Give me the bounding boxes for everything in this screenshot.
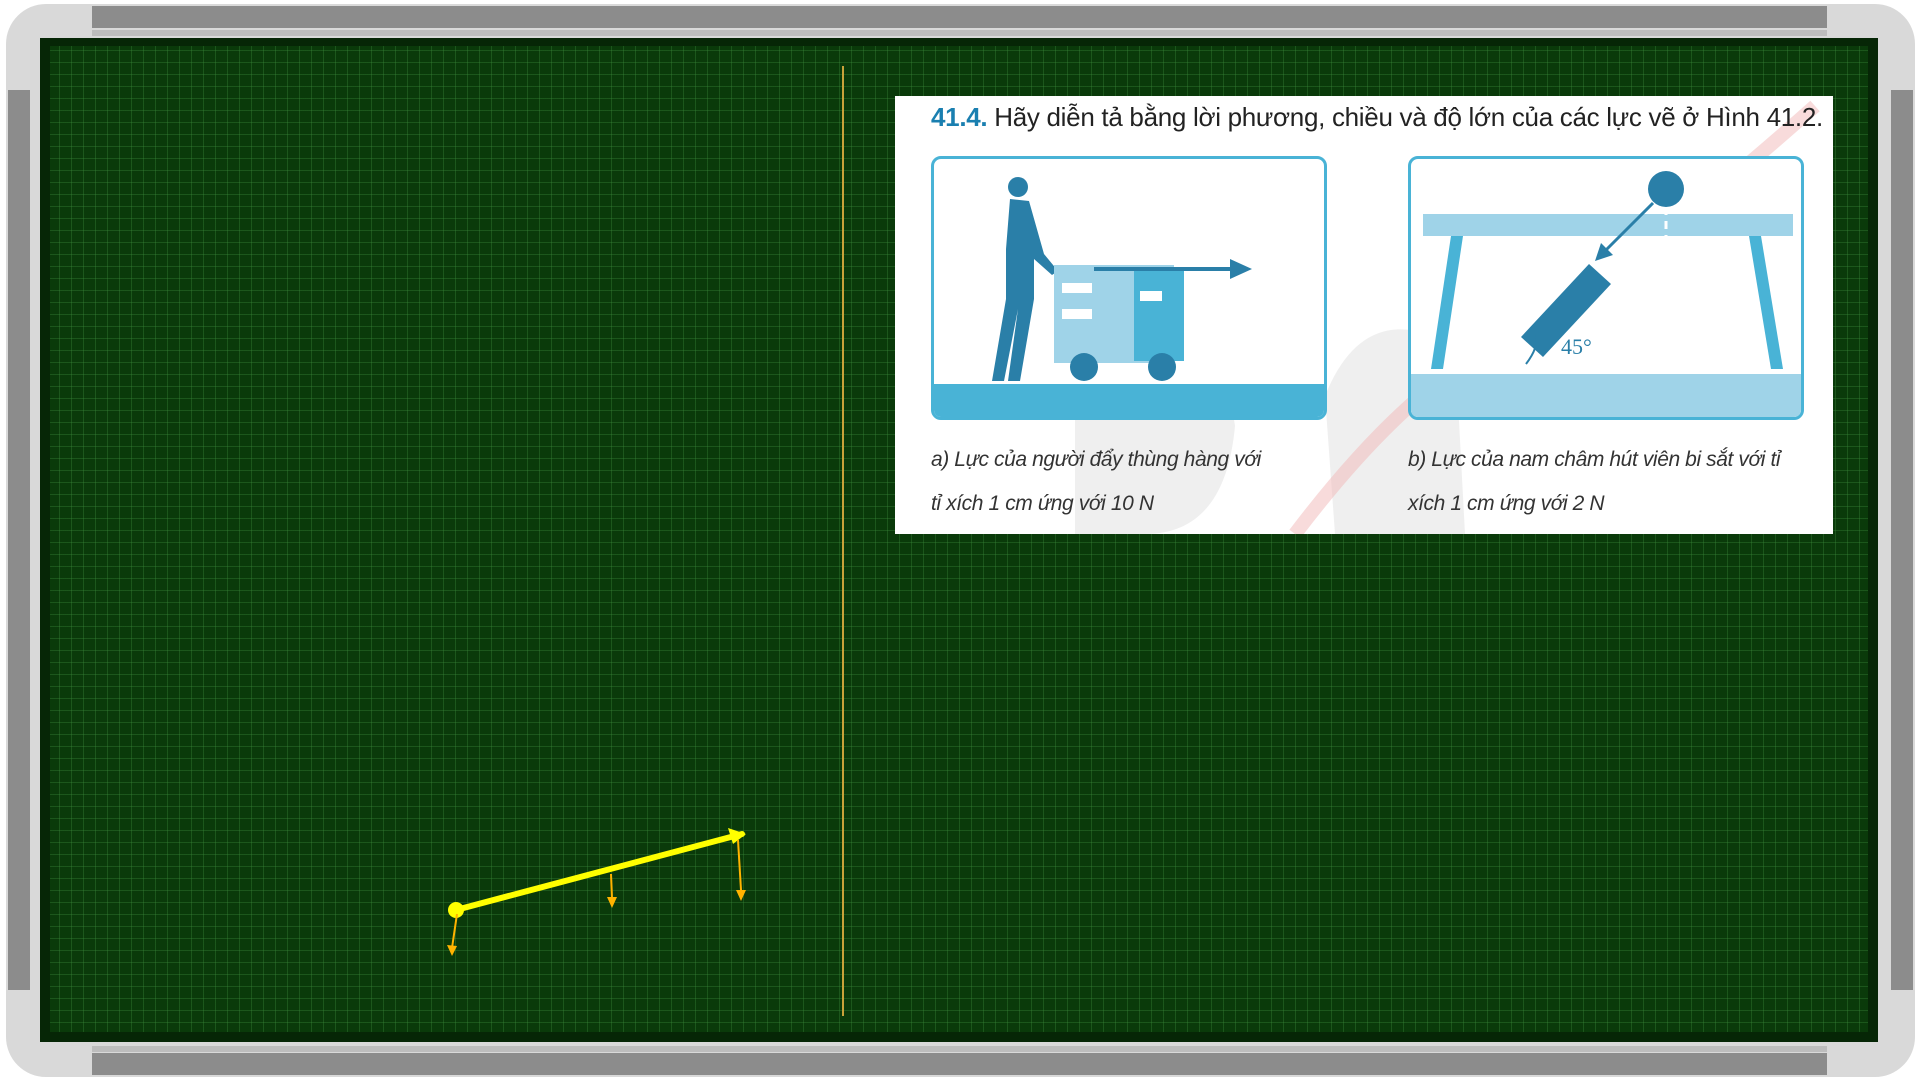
figure-a-panel bbox=[931, 156, 1327, 420]
question-number: 41.4. bbox=[931, 102, 988, 132]
figure-b-caption-line1: b) Lực của nam châm hút viên bi sắt với … bbox=[1408, 448, 1781, 471]
figure-b-panel: 45° bbox=[1408, 156, 1804, 420]
figure-a-caption-line1: a) Lực của người đẩy thùng hàng với bbox=[931, 448, 1261, 471]
angle-label: 45° bbox=[1561, 334, 1592, 359]
person-pushing-cart-illustration bbox=[934, 177, 1324, 417]
force-vector-arrowhead bbox=[728, 828, 746, 844]
figure-b-caption: b) Lực của nam châm hút viên bi sắt với … bbox=[1408, 438, 1781, 526]
question-title: 41.4. Hãy diễn tả bằng lời phương, chiều… bbox=[931, 102, 1823, 133]
force-vector-line bbox=[453, 831, 745, 913]
exercise-card: 41.4. Hãy diễn tả bằng lời phương, chiều… bbox=[895, 96, 1833, 534]
question-text: Hãy diễn tả bằng lời phương, chiều và độ… bbox=[994, 102, 1823, 132]
figure-a-caption: a) Lực của người đẩy thùng hàng với tỉ x… bbox=[931, 438, 1261, 526]
figure-b-caption-line2: xích 1 cm ứng với 2 N bbox=[1408, 492, 1605, 515]
magnet-and-ball-illustration: 45° bbox=[1411, 171, 1801, 417]
figure-a-caption-line2: tỉ xích 1 cm ứng với 10 N bbox=[931, 492, 1154, 515]
